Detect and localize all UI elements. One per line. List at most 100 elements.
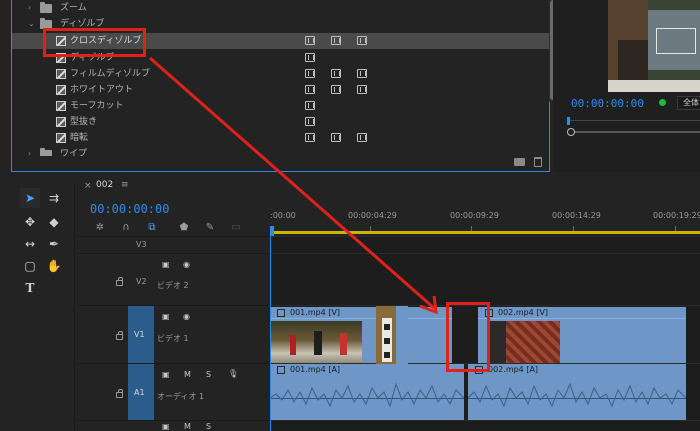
- track-a2[interactable]: [270, 420, 700, 431]
- clip-thumbnail: [488, 321, 560, 364]
- tab-sequence[interactable]: 002: [96, 180, 113, 190]
- wrench-icon[interactable]: ✎: [204, 222, 216, 234]
- ripple-edit-tool-icon[interactable]: ✥: [20, 212, 40, 232]
- track-header-v3: V3: [78, 236, 270, 253]
- track-id: V3: [136, 240, 147, 249]
- ruler-label: 00:00:14:29: [552, 211, 601, 220]
- timeline-panel: × 002 ≡ 00:00:00:00 ✲ ∩ ⧉ ⬟ ✎ ▭ :00:00 0…: [78, 176, 700, 431]
- trash-icon[interactable]: [534, 157, 542, 167]
- yuv-icon: [357, 85, 367, 94]
- accelerated-icon: [305, 53, 315, 62]
- effect-label: モーフカット: [70, 101, 124, 111]
- captions-icon[interactable]: ▭: [230, 222, 242, 234]
- chevron-down-icon[interactable]: ⌄: [28, 16, 35, 32]
- track-v2[interactable]: [270, 253, 700, 305]
- mute-button[interactable]: M: [184, 422, 191, 431]
- rectangle-tool-icon[interactable]: ▢: [20, 256, 40, 276]
- chevron-right-icon[interactable]: ›: [28, 146, 31, 156]
- 32bit-icon: [331, 85, 341, 94]
- track-v3[interactable]: [270, 236, 700, 253]
- yuv-icon: [357, 69, 367, 78]
- effects-tree: › ズーム ⌄ ディゾルブ クロスディゾルブ ディゾルブ フィルムディゾルブ ホ…: [11, 0, 557, 172]
- eye-icon[interactable]: ◉: [183, 312, 190, 321]
- linked-selection-icon[interactable]: ⧉: [146, 222, 158, 234]
- effect-cutout[interactable]: 型抜き: [12, 114, 549, 130]
- tools-panel: ➤ ⇉ ✥ ◆ ↔ ✒ ▢ ✋ T: [11, 184, 75, 431]
- effect-film-dissolve[interactable]: フィルムディゾルブ: [12, 66, 549, 82]
- playhead[interactable]: [270, 226, 274, 236]
- audio-waveform: [468, 382, 686, 408]
- cross-dissolve-transition[interactable]: [376, 306, 408, 364]
- program-playhead[interactable]: [567, 117, 570, 125]
- effect-label: フィルムディゾルブ: [70, 69, 151, 79]
- hand-tool-icon[interactable]: ✋: [44, 256, 64, 276]
- fit-dropdown[interactable]: 全体: [677, 96, 700, 110]
- accelerated-icon: [305, 101, 315, 110]
- mute-button[interactable]: M: [184, 370, 191, 379]
- transition-icon: [56, 117, 66, 127]
- work-area-bar[interactable]: [270, 231, 700, 234]
- pen-tool-icon[interactable]: ✒: [44, 234, 64, 254]
- annotation-box-transition: [446, 302, 490, 372]
- time-ruler[interactable]: :00:00 00:00:04:29 00:00:09:29 00:00:14:…: [270, 206, 700, 236]
- accelerated-icon: [305, 133, 315, 142]
- close-icon[interactable]: ×: [84, 181, 92, 191]
- folder-wipe[interactable]: › ワイプ: [12, 146, 549, 156]
- source-patch-a1[interactable]: A1: [128, 364, 154, 421]
- zoom-handle-icon[interactable]: [567, 128, 575, 136]
- clip-001-audio[interactable]: 001.mp4 [A]: [270, 364, 464, 421]
- program-timecode[interactable]: 00:00:00:00: [571, 97, 644, 110]
- clip-name: 002.mp4 [A]: [488, 365, 539, 374]
- effect-dip-to-black[interactable]: 暗転: [12, 130, 549, 146]
- selection-tool-icon[interactable]: ➤: [20, 188, 40, 208]
- clip-name: 001.mp4 [V]: [290, 308, 341, 317]
- transition-icon: [56, 85, 66, 95]
- ruler-label: 00:00:09:29: [450, 211, 499, 220]
- accelerated-icon: [305, 69, 315, 78]
- clip-002-audio[interactable]: 002.mp4 [A]: [468, 364, 686, 421]
- audio-waveform: [270, 382, 464, 408]
- clip-002-video[interactable]: 002.mp4 [V]: [478, 307, 686, 364]
- folder-label: ワイプ: [60, 149, 88, 156]
- sync-lock-icon[interactable]: ▣: [162, 312, 170, 321]
- folder-icon: [40, 2, 52, 13]
- razor-tool-icon[interactable]: ◆: [44, 212, 64, 232]
- effect-morph-cut[interactable]: モーフカット: [12, 98, 549, 114]
- program-time-ruler[interactable]: [567, 120, 700, 121]
- folder-icon: [40, 148, 52, 156]
- effect-white-out[interactable]: ホワイトアウト: [12, 82, 549, 98]
- annotation-box-effect: [43, 28, 146, 57]
- folder-zoom[interactable]: › ズーム: [12, 0, 549, 16]
- accelerated-icon: [305, 85, 315, 94]
- 32bit-icon: [331, 133, 341, 142]
- lock-icon[interactable]: [116, 277, 123, 286]
- program-zoom-scroll[interactable]: [567, 128, 700, 136]
- sync-lock-icon[interactable]: ▣: [162, 260, 170, 269]
- marker-icon[interactable]: ⬟: [178, 222, 190, 234]
- ruler-label: 00:00:19:29: [653, 211, 700, 220]
- sync-lock-icon[interactable]: ▣: [162, 422, 170, 431]
- type-tool-icon[interactable]: T: [20, 278, 40, 298]
- program-video-frame: [608, 0, 700, 92]
- nest-icon[interactable]: ✲: [94, 222, 106, 234]
- lock-icon[interactable]: [116, 331, 123, 340]
- yuv-icon: [357, 36, 367, 45]
- track-header-a1: A1 ▣ M S 🎙 オーディオ 1: [78, 363, 270, 421]
- source-patch-v1[interactable]: V1: [128, 306, 154, 364]
- sync-lock-icon[interactable]: ▣: [162, 370, 170, 379]
- clip-001-video[interactable]: 001.mp4 [V]: [270, 307, 452, 364]
- track-select-tool-icon[interactable]: ⇉: [44, 188, 64, 208]
- chevron-right-icon[interactable]: ›: [28, 0, 31, 16]
- program-monitor: 00:00:00:00 全体: [553, 0, 700, 172]
- snap-icon[interactable]: ∩: [120, 222, 132, 234]
- solo-button[interactable]: S: [206, 370, 211, 379]
- new-bin-icon[interactable]: [514, 158, 525, 166]
- 32bit-icon: [331, 36, 341, 45]
- microphone-icon[interactable]: 🎙: [228, 369, 238, 378]
- lock-icon[interactable]: [116, 389, 123, 398]
- eye-icon[interactable]: ◉: [183, 260, 190, 269]
- panel-menu-icon[interactable]: ≡: [121, 180, 129, 190]
- solo-button[interactable]: S: [206, 422, 211, 431]
- sequence-timecode[interactable]: 00:00:00:00: [90, 202, 169, 216]
- slip-tool-icon[interactable]: ↔: [20, 234, 40, 254]
